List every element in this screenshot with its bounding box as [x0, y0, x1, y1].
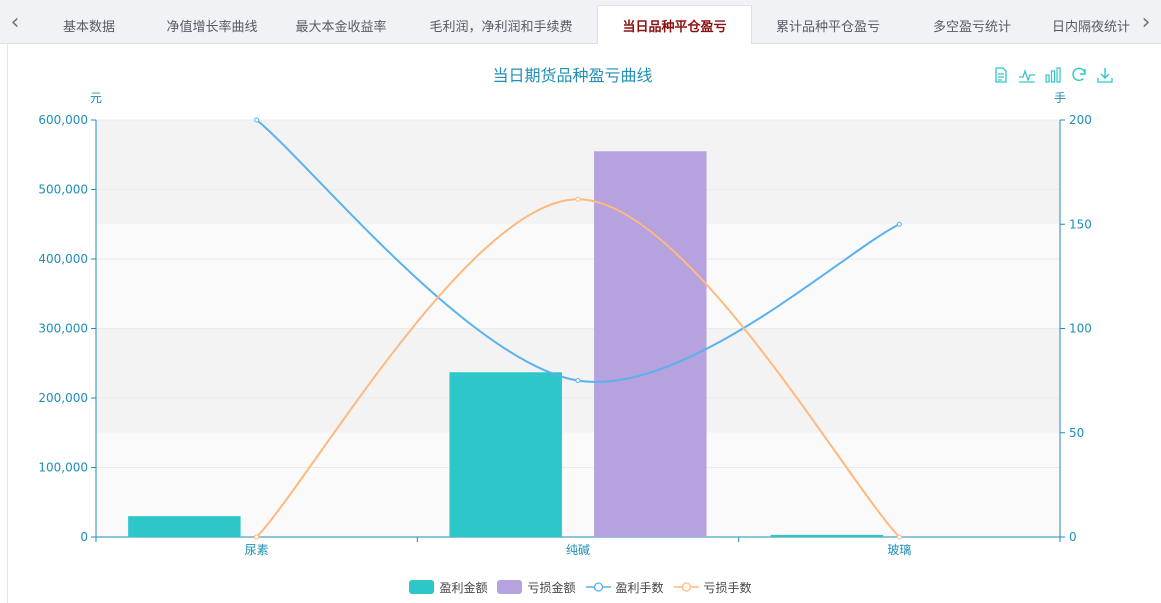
legend-item-profit-amount[interactable]: 盈利金额 [409, 579, 487, 596]
y-left-tick-label: 200,000 [38, 391, 88, 405]
chart-legend: 盈利金额 亏损金额 盈利手数 亏损手数 [0, 576, 1161, 598]
plot-band [96, 120, 1060, 225]
loss-lots-point [254, 534, 260, 540]
y-left-tick-label: 100,000 [38, 461, 88, 475]
legend-label: 盈利金额 [439, 580, 488, 595]
y-right-tick-label: 150 [1069, 217, 1092, 231]
loss-amount-bar [594, 151, 707, 537]
y-left-tick-label: 500,000 [38, 183, 88, 197]
y-right-tick-label: 200 [1069, 113, 1092, 127]
y-right-tick-label: 100 [1069, 322, 1092, 336]
loss-lots-point [896, 534, 902, 540]
plot-band [96, 224, 1060, 329]
profit-amount-bar [449, 372, 562, 537]
profit-amount-bar [128, 516, 241, 537]
y-right-tick-label: 50 [1069, 426, 1084, 440]
legend-item-profit-lots[interactable]: 盈利手数 [585, 579, 664, 596]
legend-label: 亏损金额 [527, 580, 576, 595]
y-left-tick-label: 600,000 [38, 113, 88, 127]
profit-lots-point [254, 117, 260, 123]
legend-item-loss-amount[interactable]: 亏损金额 [497, 579, 576, 596]
legend-swatch [673, 580, 699, 594]
y-right-tick-label: 0 [1069, 530, 1077, 544]
chart-plot: 0 100,000 200,000 300,000 400,000 500,000 600,… [38, 91, 1092, 557]
legend-item-loss-lots[interactable]: 亏损手数 [673, 579, 752, 596]
legend-swatch [585, 580, 611, 594]
x-tick-label: 纯碱 [566, 543, 590, 557]
y-left-tick-label: 300,000 [38, 322, 88, 336]
y-left-unit: 元 [90, 91, 102, 105]
profit-lots-point [575, 378, 581, 384]
legend-swatch [409, 580, 435, 594]
loss-lots-point [575, 196, 581, 202]
y-left-tick-label: 0 [80, 530, 88, 544]
x-tick-label: 尿素 [245, 543, 269, 557]
profit-amount-bar [770, 534, 884, 537]
y-right-unit: 手 [1054, 91, 1066, 105]
legend-label: 盈利手数 [615, 580, 664, 595]
profit-lots-point [896, 221, 902, 227]
legend-label: 亏损手数 [703, 580, 752, 595]
y-left-tick-label: 400,000 [38, 252, 88, 266]
legend-swatch [497, 580, 523, 594]
x-tick-label: 玻璃 [887, 543, 911, 557]
